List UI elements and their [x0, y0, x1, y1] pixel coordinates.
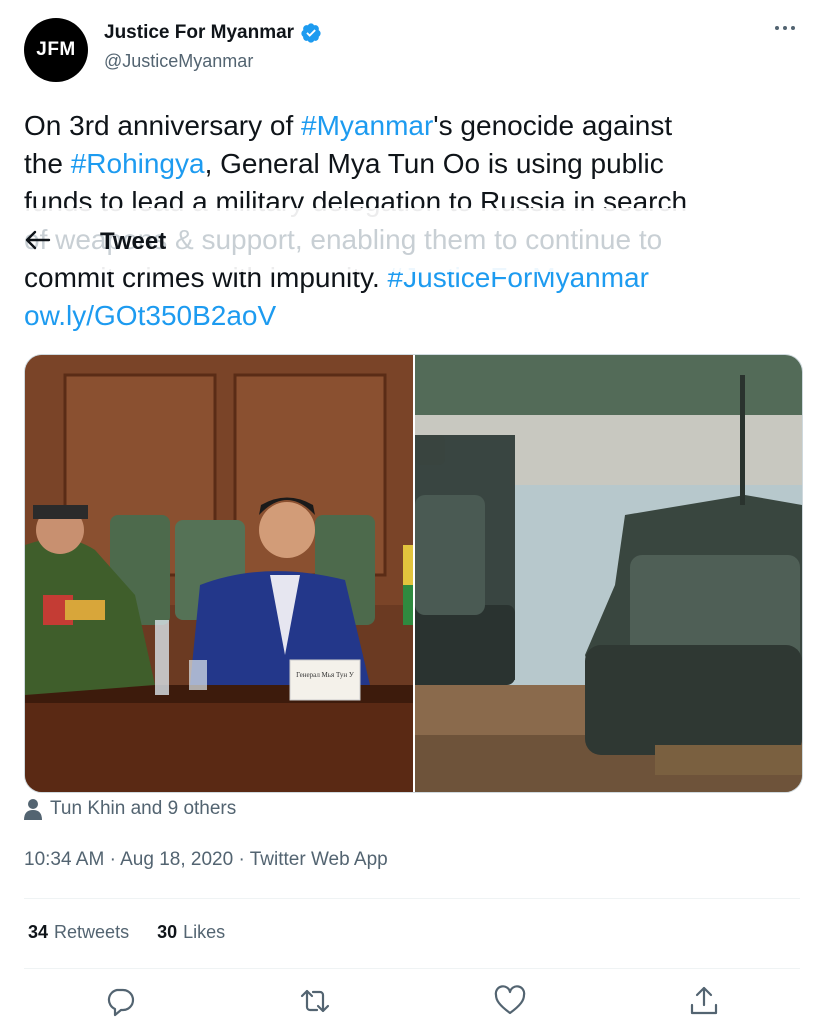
likes-stat[interactable]: 30 Likes: [157, 922, 225, 943]
reply-icon[interactable]: [104, 985, 136, 1017]
likes-count: 30: [157, 922, 178, 942]
share-icon[interactable]: [688, 985, 720, 1017]
tweet-line-2: the #Rohingya, General Mya Tun Oo is usi…: [24, 148, 664, 179]
tweet-actions: [0, 985, 816, 1021]
tagged-users-label: Tun Khin and 9 others: [50, 798, 237, 819]
divider: [24, 898, 800, 899]
hashtag-myanmar[interactable]: #Myanmar: [301, 110, 433, 141]
meta-separator: ·: [238, 849, 245, 870]
tweet-date[interactable]: Aug 18, 2020: [120, 849, 233, 870]
tweet-line-1: On 3rd anniversary of #Myanmar's genocid…: [24, 110, 673, 141]
retweets-count: 34: [28, 922, 49, 942]
person-icon: [24, 799, 42, 820]
like-icon[interactable]: [494, 985, 526, 1017]
divider: [24, 968, 800, 969]
sticky-header: of weapons & support, enabling them to c…: [0, 208, 816, 272]
name-placard-text: Генерал Мья Тун У: [296, 671, 354, 679]
back-arrow-icon[interactable]: [24, 228, 52, 252]
hashtag-rohingya[interactable]: #Rohingya: [71, 148, 205, 179]
verified-badge-icon: [301, 23, 321, 43]
tweet-source[interactable]: Twitter Web App: [250, 849, 388, 870]
tweet-header: JFM Justice For Myanmar @JusticeMyanmar: [24, 16, 800, 86]
avatar-text: JFM: [36, 39, 76, 60]
retweets-label: Retweets: [54, 922, 130, 942]
tweet-stats: 34 Retweets 30 Likes: [28, 922, 253, 943]
avatar[interactable]: JFM: [24, 18, 88, 82]
tweet-link[interactable]: ow.ly/GOt350B2aoV: [24, 297, 794, 335]
tagged-users[interactable]: Tun Khin and 9 others: [24, 798, 236, 820]
tweet-media: Генерал Мья Тун У: [24, 354, 803, 793]
page-title: Tweet: [100, 228, 167, 255]
retweet-icon[interactable]: [299, 985, 331, 1017]
name-row: Justice For Myanmar: [104, 22, 322, 44]
tweet-meta: 10:34 AM · Aug 18, 2020 · Twitter Web Ap…: [24, 849, 388, 871]
more-options-icon[interactable]: [770, 16, 800, 46]
meta-separator: ·: [109, 849, 116, 870]
media-image-tanks[interactable]: [415, 355, 802, 792]
media-image-meeting[interactable]: Генерал Мья Тун У: [25, 355, 413, 792]
retweets-stat[interactable]: 34 Retweets: [28, 922, 129, 943]
likes-label: Likes: [183, 922, 226, 942]
display-name[interactable]: Justice For Myanmar: [104, 22, 294, 44]
tweet-time[interactable]: 10:34 AM: [24, 849, 104, 870]
handle[interactable]: @JusticeMyanmar: [104, 51, 253, 72]
